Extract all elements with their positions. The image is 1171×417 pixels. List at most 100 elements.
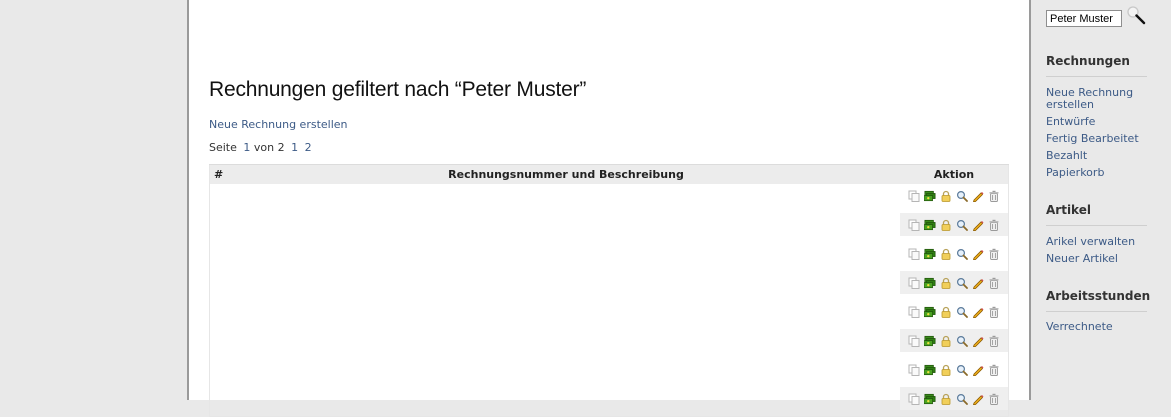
row-action-cell <box>900 387 1009 417</box>
row-actions <box>900 358 1008 381</box>
lock-icon[interactable] <box>940 248 952 260</box>
trash-icon[interactable] <box>988 248 1000 260</box>
trash-icon[interactable] <box>988 364 1000 376</box>
table-row <box>210 184 1009 213</box>
sidebar-item-neuer-artikel[interactable]: Neuer Artikel <box>1046 250 1151 267</box>
table-row <box>210 271 1009 300</box>
row-description-cell <box>232 387 900 417</box>
search-icon[interactable] <box>956 248 968 260</box>
lock-icon[interactable] <box>940 364 952 376</box>
sidebar-links-arbeitsstunden: Verrechnete <box>1046 318 1151 335</box>
row-action-cell <box>900 300 1009 329</box>
search-icon[interactable] <box>956 306 968 318</box>
sidebar-links-rechnungen: Neue Rechnung erstellen Entwürfe Fertig … <box>1046 84 1151 181</box>
sidebar: Rechnungen Neue Rechnung erstellen Entwü… <box>1046 0 1171 400</box>
search-button[interactable] <box>1126 5 1148 27</box>
copy-icon[interactable] <box>908 248 920 260</box>
pager-total: 2 <box>277 141 285 154</box>
lock-icon[interactable] <box>940 335 952 347</box>
sidebar-title-artikel: Artikel <box>1046 203 1147 226</box>
new-invoice-link[interactable]: Neue Rechnung erstellen <box>209 118 348 131</box>
page-link-1[interactable]: 1 <box>291 141 298 154</box>
pager-current[interactable]: 1 <box>243 141 250 154</box>
money-icon[interactable] <box>924 248 936 260</box>
row-description-cell <box>232 300 900 329</box>
money-icon[interactable] <box>924 190 936 202</box>
pencil-icon[interactable] <box>972 364 984 376</box>
money-icon[interactable] <box>924 277 936 289</box>
trash-icon[interactable] <box>988 306 1000 318</box>
row-number-cell <box>210 271 233 300</box>
search-icon[interactable] <box>956 364 968 376</box>
row-actions <box>900 184 1008 207</box>
pagination: Seite 1 von 2 1 2 <box>209 141 312 154</box>
sidebar-title-rechnungen: Rechnungen <box>1046 54 1147 77</box>
col-description-header: Rechnungsnummer und Beschreibung <box>232 164 900 184</box>
main-content: Rechnungen gefiltert nach “Peter Muster”… <box>209 0 1009 417</box>
lock-icon[interactable] <box>940 277 952 289</box>
page-title: Rechnungen gefiltert nach “Peter Muster” <box>209 78 587 101</box>
pager-prefix: Seite <box>209 141 237 154</box>
trash-icon[interactable] <box>988 190 1000 202</box>
pencil-icon[interactable] <box>972 219 984 231</box>
search-icon[interactable] <box>956 219 968 231</box>
sidebar-item-artikel-verwalten[interactable]: Arikel verwalten <box>1046 233 1151 250</box>
sidebar-item-entwuerfe[interactable]: Entwürfe <box>1046 113 1151 130</box>
pencil-icon[interactable] <box>972 190 984 202</box>
row-description-cell <box>232 213 900 242</box>
copy-icon[interactable] <box>908 219 920 231</box>
pencil-icon[interactable] <box>972 277 984 289</box>
copy-icon[interactable] <box>908 306 920 318</box>
copy-icon[interactable] <box>908 364 920 376</box>
invoice-table: # Rechnungsnummer und Beschreibung Aktio… <box>209 164 1009 417</box>
row-description-cell <box>232 242 900 271</box>
pencil-icon[interactable] <box>972 335 984 347</box>
search-icon[interactable] <box>956 277 968 289</box>
row-action-cell <box>900 329 1009 358</box>
trash-icon[interactable] <box>988 277 1000 289</box>
lock-icon[interactable] <box>940 219 952 231</box>
trash-icon[interactable] <box>988 335 1000 347</box>
pencil-icon[interactable] <box>972 393 984 405</box>
search-icon[interactable] <box>956 190 968 202</box>
lock-icon[interactable] <box>940 306 952 318</box>
search-icon[interactable] <box>956 335 968 347</box>
table-row <box>210 300 1009 329</box>
row-description-cell <box>232 271 900 300</box>
copy-icon[interactable] <box>908 190 920 202</box>
row-actions <box>900 242 1008 265</box>
row-number-cell <box>210 358 233 387</box>
pencil-icon[interactable] <box>972 248 984 260</box>
trash-icon[interactable] <box>988 219 1000 231</box>
row-action-cell <box>900 271 1009 300</box>
money-icon[interactable] <box>924 393 936 405</box>
search-input[interactable] <box>1046 10 1122 27</box>
money-icon[interactable] <box>924 306 936 318</box>
lock-icon[interactable] <box>940 393 952 405</box>
copy-icon[interactable] <box>908 335 920 347</box>
sidebar-links-artikel: Arikel verwalten Neuer Artikel <box>1046 233 1151 267</box>
money-icon[interactable] <box>924 219 936 231</box>
sidebar-item-fertig-bearbeitet[interactable]: Fertig Bearbeitet <box>1046 130 1151 147</box>
lock-icon[interactable] <box>940 190 952 202</box>
page-link-2[interactable]: 2 <box>305 141 312 154</box>
table-row <box>210 387 1009 417</box>
table-row <box>210 213 1009 242</box>
table-row <box>210 358 1009 387</box>
search-icon[interactable] <box>956 393 968 405</box>
row-action-cell <box>900 358 1009 387</box>
copy-icon[interactable] <box>908 393 920 405</box>
row-action-cell <box>900 184 1009 213</box>
sidebar-item-bezahlt[interactable]: Bezahlt <box>1046 147 1151 164</box>
table-row <box>210 329 1009 358</box>
row-number-cell <box>210 329 233 358</box>
trash-icon[interactable] <box>988 393 1000 405</box>
copy-icon[interactable] <box>908 277 920 289</box>
sidebar-item-neue-rechnung[interactable]: Neue Rechnung erstellen <box>1046 87 1151 111</box>
pencil-icon[interactable] <box>972 306 984 318</box>
sidebar-item-papierkorb[interactable]: Papierkorb <box>1046 164 1151 181</box>
money-icon[interactable] <box>924 335 936 347</box>
money-icon[interactable] <box>924 364 936 376</box>
sidebar-item-verrechnete[interactable]: Verrechnete <box>1046 318 1151 335</box>
row-number-cell <box>210 387 233 417</box>
